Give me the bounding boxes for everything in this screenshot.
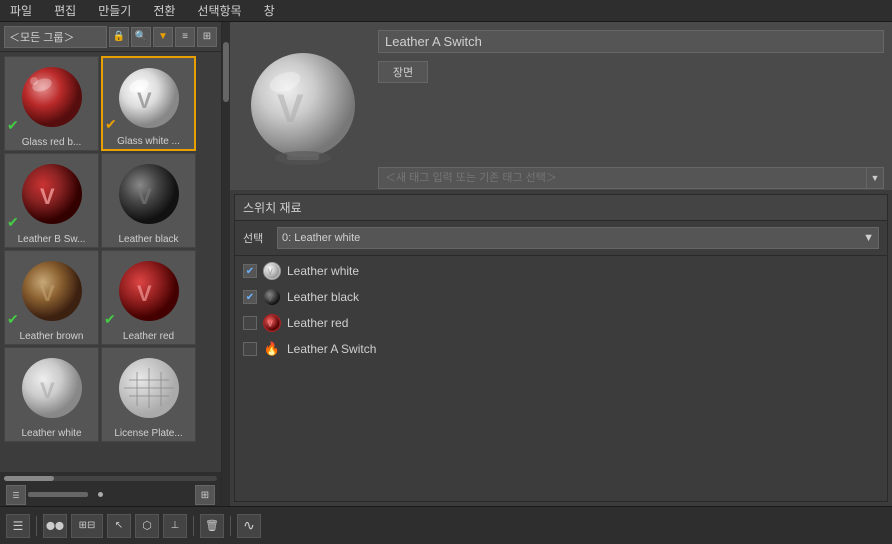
toolbar-btn-grid[interactable]: ⊞⊟ bbox=[71, 514, 103, 538]
svg-text:V: V bbox=[268, 320, 274, 329]
menu-window[interactable]: 창 bbox=[260, 0, 279, 21]
top-preview: V 장면 ▼ bbox=[230, 22, 892, 190]
mat-thumb-glass-white[interactable]: V ✔ Glass white ... bbox=[101, 56, 196, 151]
mat-thumb-leather-brown[interactable]: V ✔ Leather brown bbox=[4, 250, 99, 345]
switch-list: ✔ V Leather white ✔ bbox=[235, 256, 887, 364]
mat-label-glass-red: Glass red b... bbox=[7, 137, 96, 148]
mat-name-input[interactable] bbox=[378, 30, 884, 53]
switch-row-leather-white[interactable]: ✔ V Leather white bbox=[235, 258, 887, 284]
mat-label-leather-brown: Leather brown bbox=[7, 331, 96, 342]
mat-label-glass-white: Glass white ... bbox=[105, 136, 192, 147]
list-view-btn[interactable]: ≡ bbox=[175, 27, 195, 47]
toolbar-btn-menu[interactable]: ☰ bbox=[6, 514, 30, 538]
checkbox-leather-black[interactable]: ✔ bbox=[243, 290, 257, 304]
left-toolbar: ＜모든 그룹＞ 🔒 🔍 ▼ ≡ ⊞ bbox=[0, 22, 221, 52]
menu-bar: 파일 편집 만들기 전환 선택항목 창 bbox=[0, 0, 892, 22]
material-grid: ✔ Glass red b... bbox=[0, 52, 221, 472]
toolbar-btn-align[interactable]: ⊥ bbox=[163, 514, 187, 538]
filter-icon-btn[interactable]: ▼ bbox=[153, 27, 173, 47]
mat-label-leather-black: Leather black bbox=[104, 234, 193, 245]
mat-label-license-plate: License Plate... bbox=[104, 428, 193, 439]
mat-thumb-leather-red[interactable]: V ✔ Leather red bbox=[101, 250, 196, 345]
switch-header: 스위치 재료 bbox=[235, 195, 887, 221]
svg-text:V: V bbox=[137, 88, 152, 113]
switch-row-leather-black[interactable]: ✔ V Leather black bbox=[235, 284, 887, 310]
mat-thumb-leather-b-sw[interactable]: V ✔ Leather B Sw... bbox=[4, 153, 99, 248]
switch-mat-label-lr: Leather red bbox=[287, 316, 348, 330]
menu-select[interactable]: 선택항목 bbox=[193, 0, 245, 21]
separator-1 bbox=[36, 516, 37, 536]
switch-select-label: 선택 bbox=[243, 230, 271, 246]
slider-thumb[interactable] bbox=[98, 492, 103, 497]
toolbar-btn-arrow[interactable]: ↖ bbox=[107, 514, 131, 538]
svg-text:V: V bbox=[267, 293, 273, 303]
toolbar-btn-paint[interactable]: ⬡ bbox=[135, 514, 159, 538]
preview-sphere: V bbox=[238, 30, 368, 180]
scene-badge: 장면 bbox=[378, 61, 428, 83]
svg-text:V: V bbox=[137, 184, 152, 209]
slider-track[interactable] bbox=[28, 492, 88, 497]
toolbar-btn-dots[interactable]: ⬤⬤ bbox=[43, 514, 67, 538]
checkbox-leather-red[interactable] bbox=[243, 316, 257, 330]
svg-text:V: V bbox=[40, 281, 55, 306]
switch-mat-label-lb: Leather black bbox=[287, 290, 359, 304]
svg-text:V: V bbox=[137, 281, 152, 306]
svg-text:V: V bbox=[40, 184, 55, 209]
mat-icon-leather-black: V bbox=[263, 288, 281, 306]
mat-thumb-leather-black[interactable]: V Leather black bbox=[101, 153, 196, 248]
mat-thumb-glass-red[interactable]: ✔ Glass red b... bbox=[4, 56, 99, 151]
tag-dropdown-btn[interactable]: ▼ bbox=[866, 167, 884, 189]
mat-label-leather-b-sw: Leather B Sw... bbox=[7, 234, 96, 245]
separator-2 bbox=[193, 516, 194, 536]
left-scrollbar-vertical[interactable] bbox=[222, 22, 230, 506]
mat-icon-leather-white: V bbox=[263, 262, 281, 280]
toolbar-btn-wave[interactable]: ∿ bbox=[237, 514, 261, 538]
mat-thumb-license-plate[interactable]: License Plate... bbox=[101, 347, 196, 442]
menu-file[interactable]: 파일 bbox=[6, 0, 36, 21]
mat-thumb-leather-white[interactable]: V Leather white bbox=[4, 347, 99, 442]
search-icon-btn[interactable]: 🔍 bbox=[131, 27, 151, 47]
right-panel: V 장면 ▼ 스위치 재료 bbox=[230, 22, 892, 506]
svg-text:V: V bbox=[40, 378, 55, 403]
bottom-toolbar: ☰ ⬤⬤ ⊞⊟ ↖ ⬡ ⊥ 🗑 ∿ bbox=[0, 506, 892, 544]
left-panel: ＜모든 그룹＞ 🔒 🔍 ▼ ≡ ⊞ bbox=[0, 22, 222, 506]
tag-input[interactable] bbox=[378, 167, 866, 189]
list-icon-btn[interactable]: ☰ bbox=[6, 485, 26, 505]
preview-info: 장면 ▼ bbox=[378, 30, 884, 182]
view-toggle-bar: ☰ ⊞ bbox=[0, 484, 221, 506]
mat-label-leather-red: Leather red bbox=[104, 331, 193, 342]
switch-row-leather-a-sw[interactable]: 🔥 Leather A Switch bbox=[235, 336, 887, 362]
checkbox-leather-white[interactable]: ✔ bbox=[243, 264, 257, 278]
menu-convert[interactable]: 전환 bbox=[149, 0, 179, 21]
group-dropdown[interactable]: ＜모든 그룹＞ bbox=[4, 26, 107, 48]
grid-icon-btn[interactable]: ⊞ bbox=[195, 485, 215, 505]
switch-panel: 스위치 재료 선택 0: Leather white ▼ ✔ bbox=[234, 194, 888, 502]
separator-3 bbox=[230, 516, 231, 536]
switch-row-leather-red[interactable]: V Leather red bbox=[235, 310, 887, 336]
menu-edit[interactable]: 편집 bbox=[50, 0, 80, 21]
left-scrollbar[interactable] bbox=[0, 472, 221, 484]
svg-text:V: V bbox=[268, 268, 274, 277]
switch-select[interactable]: 0: Leather white ▼ bbox=[277, 227, 879, 249]
main-layout: ＜모든 그룹＞ 🔒 🔍 ▼ ≡ ⊞ bbox=[0, 22, 892, 506]
menu-create[interactable]: 만들기 bbox=[94, 0, 135, 21]
mat-label-leather-white: Leather white bbox=[7, 428, 96, 439]
switch-mat-label-lw: Leather white bbox=[287, 264, 359, 278]
grid-view-btn[interactable]: ⊞ bbox=[197, 27, 217, 47]
switch-select-row: 선택 0: Leather white ▼ bbox=[235, 221, 887, 256]
toolbar-btn-delete[interactable]: 🗑 bbox=[200, 514, 224, 538]
svg-text:V: V bbox=[277, 87, 304, 131]
mat-icon-leather-red: V bbox=[263, 314, 281, 332]
switch-mat-label-la-sw: Leather A Switch bbox=[287, 342, 376, 356]
lock-icon-btn[interactable]: 🔒 bbox=[109, 27, 129, 47]
mat-icon-leather-a-sw: 🔥 bbox=[263, 340, 281, 358]
checkbox-leather-a-sw[interactable] bbox=[243, 342, 257, 356]
